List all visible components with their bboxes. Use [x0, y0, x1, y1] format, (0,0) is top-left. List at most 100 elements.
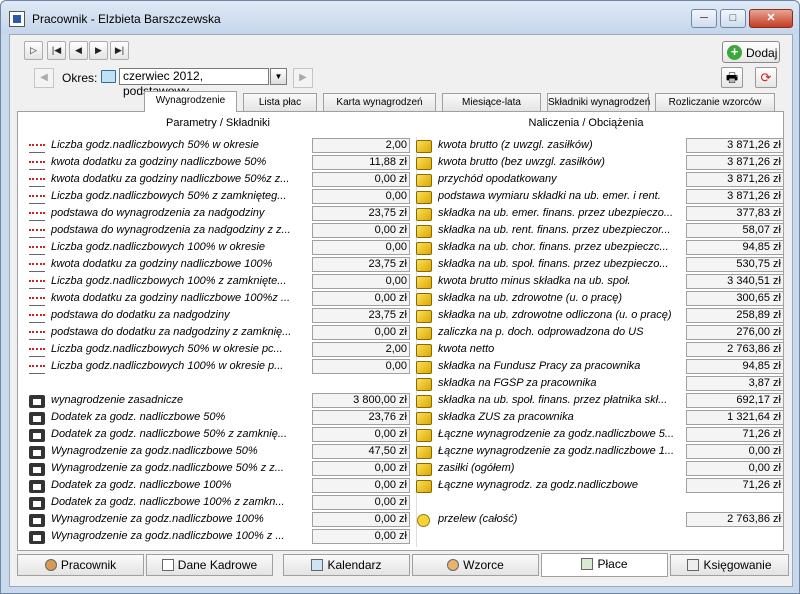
- tab-rozliczanie-wzorcow[interactable]: Rozliczanie wzorców: [655, 93, 775, 111]
- row-value[interactable]: 2,00: [312, 138, 410, 153]
- list-row[interactable]: składka na ub. emer. finans. przez ubezp…: [416, 206, 784, 222]
- printer-icon[interactable]: 🖶: [721, 67, 743, 88]
- row-value[interactable]: 276,00 zł: [686, 325, 784, 340]
- row-value[interactable]: 1 321,64 zł: [686, 410, 784, 425]
- list-row[interactable]: kwota dodatku za godziny nadliczbowe 50%…: [29, 172, 410, 188]
- list-row[interactable]: składka na ub. zdrowotne odliczona (u. o…: [416, 308, 784, 324]
- list-row[interactable]: kwota dodatku za godziny nadliczbowe 100…: [29, 291, 410, 307]
- row-value[interactable]: 3 800,00 zł: [312, 393, 410, 408]
- list-row[interactable]: wynagrodzenie zasadnicze 3 800,00 zł: [29, 393, 410, 409]
- last-record-icon[interactable]: ▶|: [110, 41, 129, 60]
- list-row[interactable]: Liczba godz.nadliczbowych 100% z zamknię…: [29, 274, 410, 290]
- list-row[interactable]: Wynagrodzenie za godz.nadliczbowe 50% 47,…: [29, 444, 410, 460]
- row-value[interactable]: 58,07 zł: [686, 223, 784, 238]
- bottom-tab-dane-kadrowe[interactable]: Dane Kadrowe: [146, 554, 273, 576]
- row-value[interactable]: 71,26 zł: [686, 478, 784, 493]
- period-select[interactable]: czerwiec 2012, podstawowy: [119, 68, 269, 98]
- first-record-icon[interactable]: |◀: [47, 41, 66, 60]
- row-value[interactable]: 530,75 zł: [686, 257, 784, 272]
- list-row[interactable]: kwota brutto minus składka na ub. społ. 3…: [416, 274, 784, 290]
- list-row[interactable]: kwota dodatku za godziny nadliczbowe 100…: [29, 257, 410, 273]
- list-row[interactable]: Dodatek za godz. nadliczbowe 100% 0,00 zł: [29, 478, 410, 494]
- row-value[interactable]: 23,75 zł: [312, 308, 410, 323]
- row-value[interactable]: 0,00 zł: [312, 495, 410, 510]
- row-value[interactable]: 2 763,86 zł: [686, 512, 784, 527]
- bottom-tab-kalendarz[interactable]: Kalendarz: [283, 554, 410, 576]
- row-value[interactable]: 3 871,26 zł: [686, 172, 784, 187]
- row-value[interactable]: 0,00 zł: [312, 461, 410, 476]
- list-row[interactable]: składka na ub. społ. finans. przez ubezp…: [416, 257, 784, 273]
- list-row[interactable]: kwota brutto (z uwzgl. zasiłków) 3 871,26…: [416, 138, 784, 154]
- row-value[interactable]: 11,88 zł: [312, 155, 410, 170]
- row-value[interactable]: 0,00 zł: [312, 427, 410, 442]
- row-value[interactable]: 692,17 zł: [686, 393, 784, 408]
- list-row[interactable]: składka na ub. rent. finans. przez ubezp…: [416, 223, 784, 239]
- row-value[interactable]: 47,50 zł: [312, 444, 410, 459]
- tab-skladniki-wynagrodzen[interactable]: Składniki wynagrodzeń: [547, 93, 650, 111]
- maximize-button[interactable]: □: [720, 9, 746, 28]
- bottom-tab-wzorce[interactable]: Wzorce: [412, 554, 539, 576]
- bottom-tab-place[interactable]: Płace: [541, 553, 668, 577]
- tab-karta-wynagrodzen[interactable]: Karta wynagrodzeń: [323, 93, 436, 111]
- row-value[interactable]: 300,65 zł: [686, 291, 784, 306]
- list-row[interactable]: podstawa do wynagrodzenia za nadgodziny 2…: [29, 206, 410, 222]
- row-value[interactable]: 0,00 zł: [686, 444, 784, 459]
- period-next-button[interactable]: ▶: [293, 68, 313, 88]
- row-value[interactable]: 377,83 zł: [686, 206, 784, 221]
- tab-wynagrodzenie[interactable]: Wynagrodzenie: [144, 91, 237, 112]
- row-value[interactable]: 3 871,26 zł: [686, 138, 784, 153]
- refresh-icon[interactable]: ⟳: [755, 67, 777, 88]
- row-value[interactable]: 94,85 zł: [686, 240, 784, 255]
- row-value[interactable]: 23,76 zł: [312, 410, 410, 425]
- row-value[interactable]: 23,75 zł: [312, 257, 410, 272]
- list-row[interactable]: Liczba godz.nadliczbowych 50% w okresie …: [29, 342, 410, 358]
- list-row[interactable]: składka na ub. chor. finans. przez ubezp…: [416, 240, 784, 256]
- row-value[interactable]: 258,89 zł: [686, 308, 784, 323]
- list-row[interactable]: Łączne wynagrodz. za godz.nadliczbowe 71,…: [416, 478, 784, 494]
- add-button[interactable]: + Dodaj: [722, 41, 780, 63]
- list-row[interactable]: kwota netto 2 763,86 zł: [416, 342, 784, 358]
- list-row[interactable]: Liczba godz.nadliczbowych 100% w okresie…: [29, 359, 410, 375]
- list-row[interactable]: kwota brutto (bez uwzgl. zasiłków) 3 871,…: [416, 155, 784, 171]
- row-value[interactable]: 0,00: [312, 189, 410, 204]
- list-row[interactable]: Wynagrodzenie za godz.nadliczbowe 100% 0,…: [29, 512, 410, 528]
- tab-miesiace-lata[interactable]: Miesiące-lata: [442, 93, 541, 111]
- row-value[interactable]: 94,85 zł: [686, 359, 784, 374]
- list-row[interactable]: podstawa do dodatku za nadgodziny z zamk…: [29, 325, 410, 341]
- list-row[interactable]: Dodatek za godz. nadliczbowe 50% z zamkn…: [29, 427, 410, 443]
- tab-lista-plac[interactable]: Lista płac: [243, 93, 317, 111]
- row-value[interactable]: 71,26 zł: [686, 427, 784, 442]
- list-row[interactable]: Dodatek za godz. nadliczbowe 50% 23,76 zł: [29, 410, 410, 426]
- list-row[interactable]: Wynagrodzenie za godz.nadliczbowe 50% z …: [29, 461, 410, 477]
- list-row[interactable]: Liczba godz.nadliczbowych 50% w okresie 2…: [29, 138, 410, 154]
- prev-record-icon[interactable]: ◀: [69, 41, 88, 60]
- list-row[interactable]: składka ZUS za pracownika 1 321,64 zł: [416, 410, 784, 426]
- list-row[interactable]: Liczba godz.nadliczbowych 50% z zamknięt…: [29, 189, 410, 205]
- chevron-down-icon[interactable]: ▼: [270, 68, 287, 85]
- list-row[interactable]: podstawa wymiaru składki na ub. emer. i …: [416, 189, 784, 205]
- list-row[interactable]: Wynagrodzenie za godz.nadliczbowe 100% z…: [29, 529, 410, 545]
- list-row[interactable]: składka na ub. społ. finans. przez płatn…: [416, 393, 784, 409]
- list-row[interactable]: składka na Fundusz Pracy za pracownika 94…: [416, 359, 784, 375]
- list-row[interactable]: Dodatek za godz. nadliczbowe 100% z zamk…: [29, 495, 410, 511]
- close-button[interactable]: ✕: [749, 9, 793, 28]
- next-record-icon[interactable]: ▶: [89, 41, 108, 60]
- list-row[interactable]: Liczba godz.nadliczbowych 100% w okresie…: [29, 240, 410, 256]
- new-record-icon[interactable]: ▷: [24, 41, 43, 60]
- bottom-tab-pracownik[interactable]: Pracownik: [17, 554, 144, 576]
- list-row[interactable]: kwota dodatku za godziny nadliczbowe 50%…: [29, 155, 410, 171]
- list-row[interactable]: Łączne wynagrodzenie za godz.nadliczbowe…: [416, 427, 784, 443]
- list-row[interactable]: Łączne wynagrodzenie za godz.nadliczbowe…: [416, 444, 784, 460]
- row-value[interactable]: 0,00 zł: [312, 291, 410, 306]
- title-bar[interactable]: Pracownik - Elzbieta Barszczewska ─ □ ✕: [1, 1, 799, 34]
- list-row[interactable]: przelew (całość) 2 763,86 zł: [416, 512, 784, 528]
- row-value[interactable]: 3 871,26 zł: [686, 189, 784, 204]
- row-value[interactable]: 0,00 zł: [312, 223, 410, 238]
- row-value[interactable]: 0,00: [312, 359, 410, 374]
- list-row[interactable]: zasiłki (ogółem) 0,00 zł: [416, 461, 784, 477]
- list-row[interactable]: przychód opodatkowany 3 871,26 zł: [416, 172, 784, 188]
- row-value[interactable]: 0,00 zł: [312, 478, 410, 493]
- row-value[interactable]: 3,87 zł: [686, 376, 784, 391]
- row-value[interactable]: 0,00: [312, 240, 410, 255]
- row-value[interactable]: 0,00 zł: [686, 461, 784, 476]
